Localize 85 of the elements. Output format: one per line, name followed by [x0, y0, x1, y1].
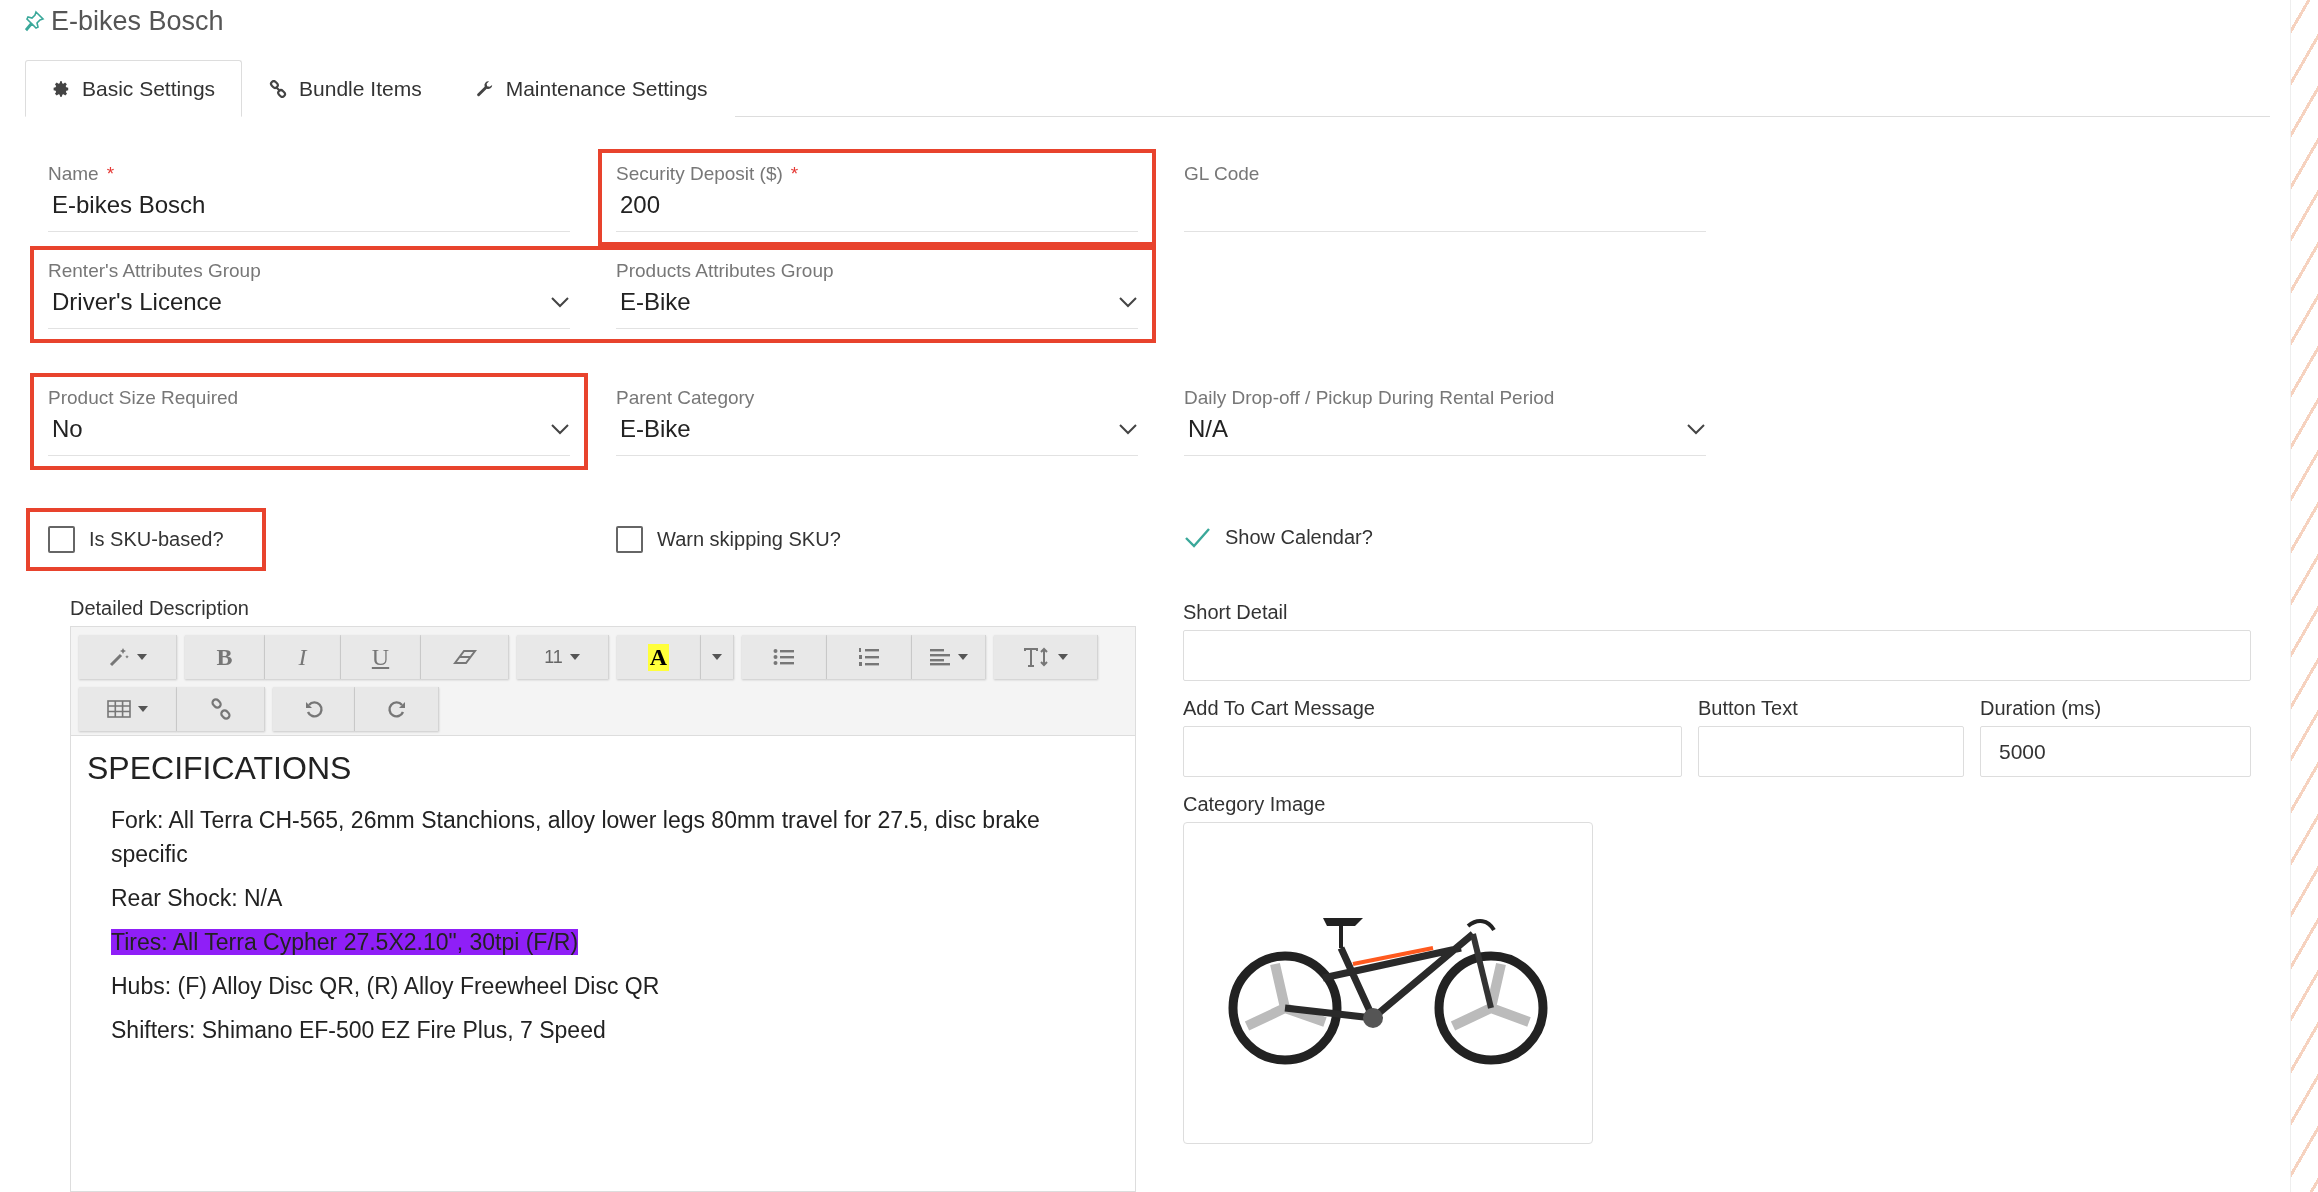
content-paragraph: Hubs: (F) Alloy Disc QR, (R) Alloy Freewheel Disc QR — [111, 973, 660, 999]
chevron-down-icon — [550, 296, 570, 308]
underline-button[interactable]: U — [341, 635, 421, 679]
link-icon — [209, 698, 232, 720]
italic-button[interactable]: I — [265, 635, 341, 679]
align-left-icon — [928, 648, 951, 666]
field-label: Button Text — [1698, 697, 1799, 720]
field-value: 200 — [620, 191, 661, 219]
page-title: E-bikes Bosch — [51, 5, 224, 37]
input-field[interactable]: Name * E-bikes Bosch — [48, 163, 570, 232]
field-label: Daily Drop-off / Pickup During Rental Period — [1184, 387, 1556, 409]
field-label: Parent Category — [616, 387, 756, 409]
text-color-button[interactable]: A — [617, 635, 701, 679]
input-field[interactable] — [1698, 726, 1964, 777]
field-value: No — [52, 415, 83, 443]
undo-icon — [303, 699, 324, 719]
numbered-list-button[interactable] — [827, 635, 912, 679]
field-label: Name * — [48, 163, 116, 185]
table-button[interactable] — [79, 687, 177, 731]
chevron-down-icon — [1118, 296, 1138, 308]
checkbox-label: Warn skipping SKU? — [657, 528, 841, 551]
field-value: E-Bike — [620, 415, 691, 443]
clear-format-button[interactable] — [421, 635, 509, 679]
field-label: Product Size Required — [48, 387, 240, 409]
checkbox[interactable] — [48, 526, 75, 553]
required-mark: * — [106, 163, 115, 185]
field-label: Duration (ms) — [1980, 697, 2103, 720]
tab[interactable]: Basic Settings — [25, 60, 243, 117]
rich-text-editor[interactable] — [70, 626, 1136, 1192]
eraser-icon — [452, 648, 477, 666]
content-heading: SPECIFICATIONS — [87, 750, 353, 787]
input-field[interactable] — [1183, 630, 2251, 681]
chevron-down-icon — [1686, 423, 1706, 435]
checkmark-icon[interactable] — [1184, 526, 1211, 549]
required-mark: * — [790, 163, 799, 185]
field-label: Category Image — [1183, 793, 1327, 816]
bold-button[interactable]: B — [185, 635, 265, 679]
pin-icon — [25, 10, 45, 33]
align-button[interactable] — [912, 635, 986, 679]
select-field[interactable]: Products Attributes Group E-Bike — [616, 260, 1138, 329]
field-label: Detailed Description — [70, 597, 250, 620]
chevron-down-icon — [1118, 423, 1138, 435]
magic-wand-icon — [107, 646, 130, 668]
field-label: Short Detail — [1183, 601, 1289, 624]
numbered-list-icon — [858, 647, 880, 667]
input-field[interactable] — [1183, 726, 1682, 777]
table-icon — [106, 700, 131, 718]
field-label: Products Attributes Group — [616, 260, 835, 282]
redo-icon — [386, 699, 407, 719]
field-label: Renter's Attributes Group — [48, 260, 262, 282]
content-paragraph: Tires: All Terra Cypher 27.5X2.10", 30tpi (F/R) — [111, 929, 579, 955]
bullet-list-icon — [773, 648, 795, 666]
select-field[interactable]: Daily Drop-off / Pickup During Rental Period N/A — [1184, 387, 1706, 456]
input-field[interactable]: 5000 — [1980, 726, 2251, 777]
wrench-icon — [475, 80, 494, 99]
undo-button[interactable] — [273, 687, 355, 731]
checkbox-label: Is SKU-based? — [89, 528, 224, 551]
field-value: N/A — [1188, 415, 1228, 443]
content-paragraph: Shifters: Shimano EF-500 EZ Fire Plus, 7 Speed — [111, 1017, 606, 1043]
link-button[interactable] — [177, 687, 265, 731]
select-field[interactable]: Parent Category E-Bike — [616, 387, 1138, 456]
style-button[interactable] — [79, 635, 177, 679]
input-field[interactable]: Security Deposit ($) * 200 — [616, 163, 1138, 232]
field-value: E-Bike — [620, 288, 691, 316]
chevron-down-icon — [550, 423, 570, 435]
field-value: Driver's Licence — [52, 288, 222, 316]
checkbox-label: Show Calendar? — [1225, 526, 1373, 549]
text-height-icon — [1022, 646, 1051, 668]
select-field[interactable]: Product Size Required No — [48, 387, 570, 456]
field-label: Add To Cart Message — [1183, 697, 1376, 720]
field-value: E-bikes Bosch — [52, 191, 206, 219]
redo-button[interactable] — [355, 687, 439, 731]
bullet-list-button[interactable] — [742, 635, 827, 679]
checkbox[interactable] — [616, 526, 643, 553]
line-height-button[interactable] — [994, 635, 1098, 679]
link-icon — [269, 80, 288, 99]
input-field[interactable]: GL Code — [1184, 163, 1706, 232]
select-field[interactable]: Renter's Attributes Group Driver's Licence — [48, 260, 570, 329]
field-label: Security Deposit ($) * — [616, 163, 800, 185]
font-size-button[interactable]: 11 — [517, 635, 609, 679]
field-label: GL Code — [1184, 163, 1261, 185]
content-paragraph: Fork: All Terra CH-565, 26mm Stanchions, alloy lower legs 80mm travel for 27.5, disc brake specific — [111, 807, 1040, 867]
content-paragraph: Rear Shock: N/A — [111, 885, 283, 911]
gear-icon — [52, 79, 70, 98]
color-dropdown-button[interactable] — [701, 635, 734, 679]
